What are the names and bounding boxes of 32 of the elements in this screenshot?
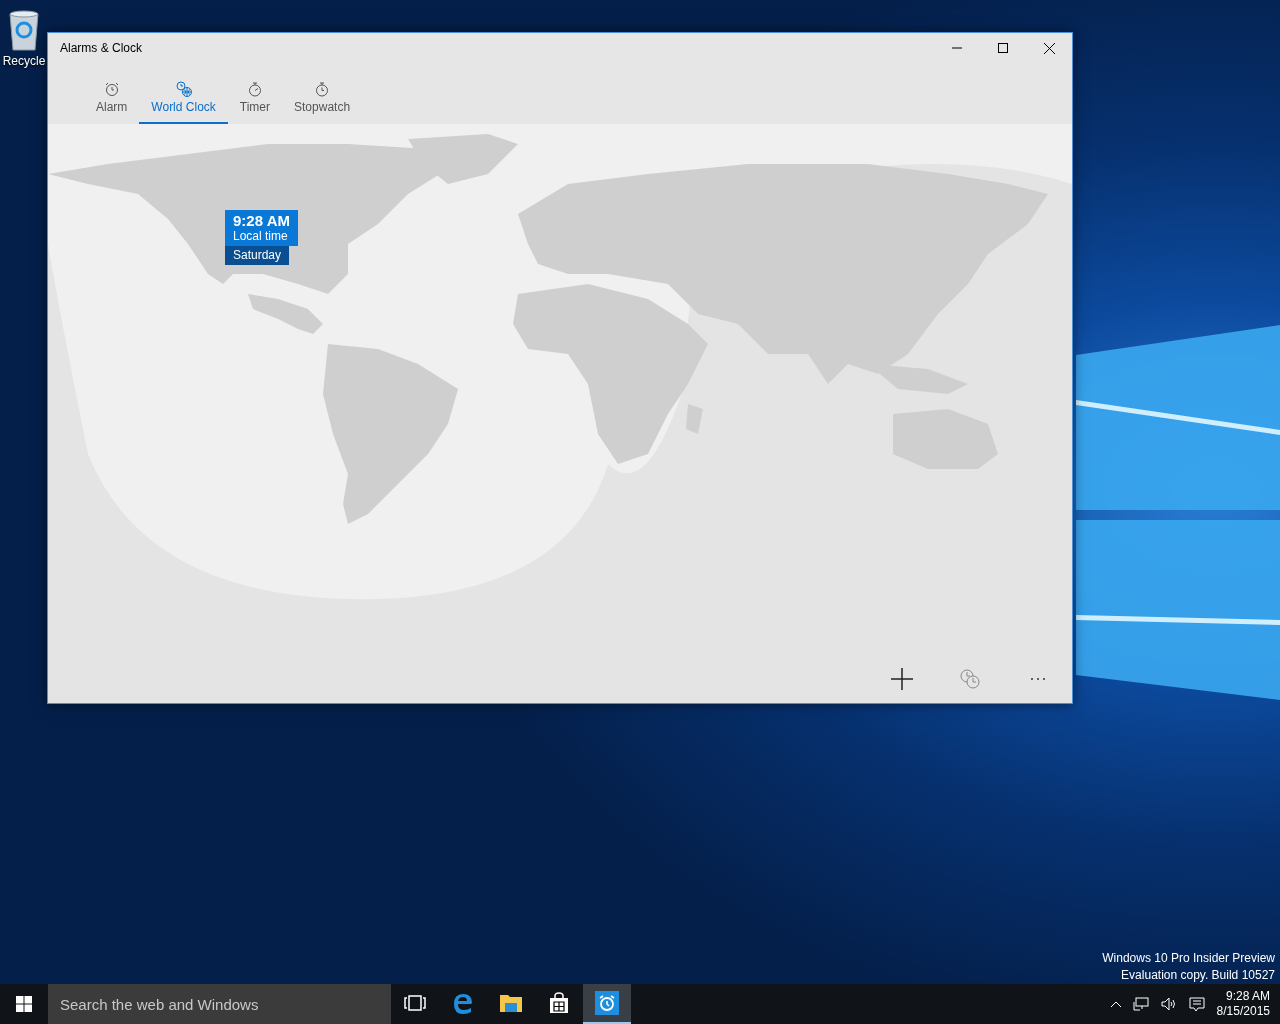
plus-icon (891, 668, 913, 690)
timer-icon (246, 81, 263, 97)
browser-icon (452, 992, 474, 1014)
shopping-bag-icon (548, 992, 570, 1014)
stopwatch-icon (314, 81, 331, 97)
task-view-icon (404, 995, 426, 1011)
desktop-icon-label[interactable]: Recycle (2, 54, 46, 68)
tab[interactable]: Alarm (84, 63, 140, 124)
weekday-label: Saturday (225, 246, 290, 265)
search-field[interactable]: Search the web and Windows (48, 984, 391, 1024)
edition-notice: Evaluation copy. Build 10527 (1121, 968, 1275, 982)
speaker-icon[interactable] (1160, 997, 1177, 1011)
two-clocks-icon (959, 668, 981, 690)
edition-notice: Windows 10 Pro Insider Preview (1102, 951, 1275, 965)
window-title: Alarms & Clock (59, 41, 143, 55)
maximize-icon (998, 43, 1008, 53)
close-icon (1043, 42, 1055, 54)
notification-icon[interactable] (1188, 996, 1205, 1012)
network-icon[interactable] (1132, 997, 1149, 1011)
taskbar-clock[interactable]: 9:28 AM 8/15/2015 (1216, 989, 1270, 1019)
tab[interactable]: Timer (227, 63, 283, 124)
taskbar-app-button[interactable] (583, 984, 631, 1024)
folder-icon (499, 993, 523, 1013)
clock-label: Local time (233, 229, 289, 243)
tab[interactable]: Stopwatch (282, 63, 363, 124)
windows-logo-icon (16, 996, 32, 1012)
alarm-clock-icon (103, 81, 120, 97)
globe-clock-icon (174, 81, 193, 97)
chevron-up-icon[interactable] (1110, 1001, 1121, 1007)
alarm-clock-icon (595, 991, 619, 1015)
local-time: 9:28 AM (233, 212, 290, 229)
more-icon (1030, 677, 1046, 681)
